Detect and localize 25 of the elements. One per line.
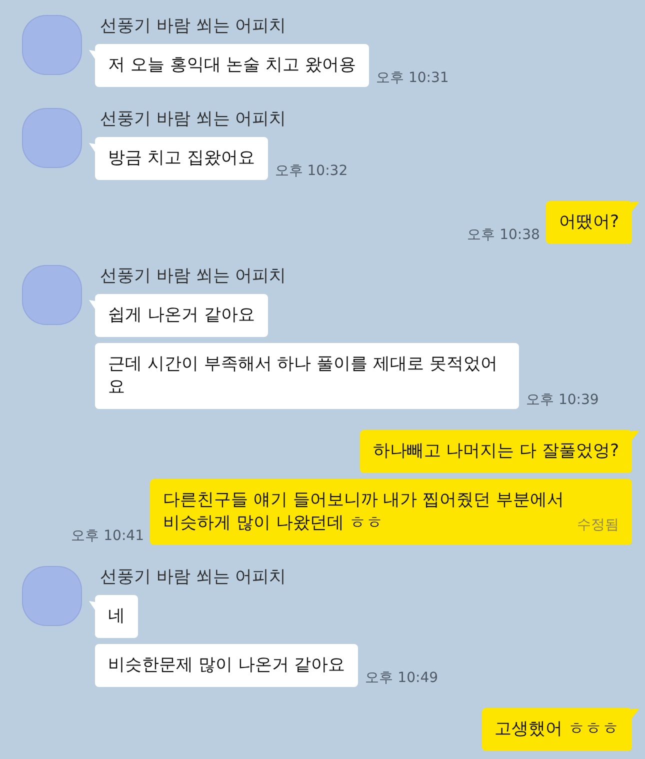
sender-name: 선풍기 바람 쐬는 어피치 xyxy=(99,566,288,588)
avatar-icon[interactable] xyxy=(22,15,82,75)
message-text: 비슷한문제 많이 나온거 같아요 xyxy=(108,654,346,677)
message-time: 오후 10:39 xyxy=(526,391,599,409)
message-time: 오후 10:41 xyxy=(71,527,144,545)
message-text: 다른친구들 얘기 들어보니까 내가 찝어줬던 부분에서 비슷하게 많이 나왔던데 ㅎㅎ xyxy=(163,489,566,535)
message-time: 오후 10:32 xyxy=(274,162,348,180)
sender-name: 선풍기 바람 쐬는 어피치 xyxy=(99,265,288,287)
message-text: 저 오늘 홍익대 논술 치고 왔어용 xyxy=(108,54,356,77)
message-time: 오후 10:49 xyxy=(365,669,438,687)
message-text: 근데 시간이 부족해서 하나 풀이를 제대로 못적었어요 xyxy=(108,353,498,399)
sender-name: 선풍기 바람 쐬는 어피치 xyxy=(99,15,288,37)
sender-name: 선풍기 바람 쐬는 어피치 xyxy=(99,108,288,130)
message-text: 방금 치고 집왔어요 xyxy=(108,147,255,170)
message-time: 오후 10:31 xyxy=(376,69,449,87)
message-text: 어땠어? xyxy=(558,211,619,234)
message-time: 오후 10:38 xyxy=(467,226,540,244)
message-text: 네 xyxy=(108,605,125,628)
message-text: 쉽게 나온거 같아요 xyxy=(108,304,255,327)
avatar-icon[interactable] xyxy=(22,108,82,168)
avatar-icon[interactable] xyxy=(22,265,82,325)
message-text: 고생했어 ㅎㅎㅎ xyxy=(494,718,619,741)
avatar-icon[interactable] xyxy=(22,566,82,626)
message-text: 하나빼고 나머지는 다 잘풀었엉? xyxy=(372,440,619,463)
edited-label: 수정됨 xyxy=(577,516,619,535)
